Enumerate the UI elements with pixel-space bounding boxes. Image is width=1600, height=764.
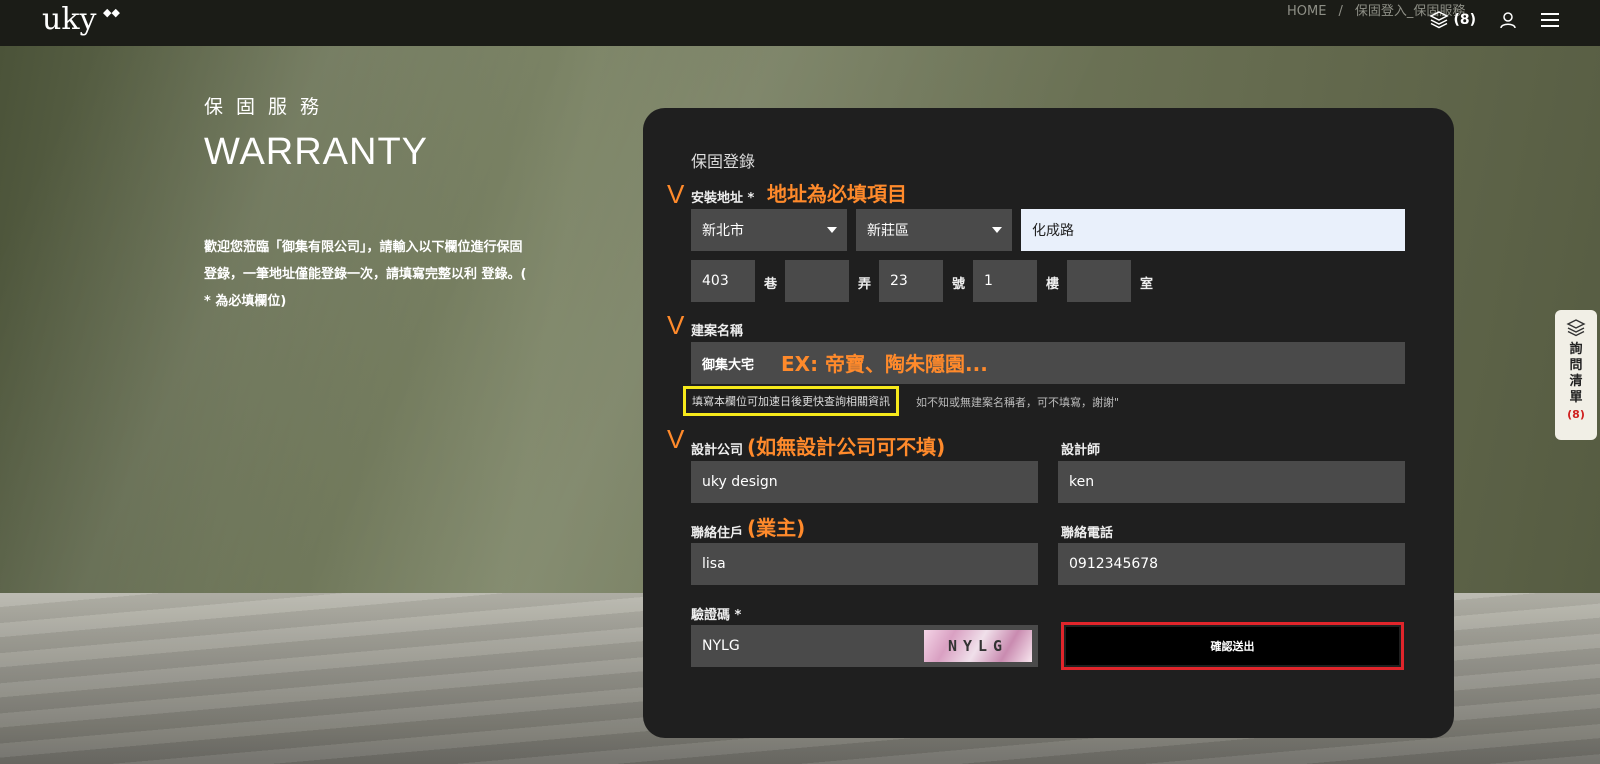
project-hint: 如不知或無建案名稱者，可不填寫，謝謝" [916,396,1120,409]
submit-button[interactable]: 確認送出 [1066,627,1399,665]
logo-diamond-icon: ◆◆ [103,6,120,19]
floor-unit: 樓 [1046,277,1060,292]
address-label: 安裝地址 * [691,191,755,206]
top-navbar: uky ◆◆ HOME / 保固登入_保固服務 (8) [0,0,1600,46]
layers-icon [1429,10,1450,30]
lane-input[interactable]: 403 [691,260,755,302]
number-unit: 號 [952,277,966,292]
page-title-zh: 保固服務 [204,96,333,118]
district-select[interactable]: 新莊區 [856,209,1012,251]
layers-icon [1566,318,1586,338]
resident-label: 聯絡住戶 [691,526,744,541]
alley-input[interactable] [785,260,849,302]
breadcrumb-home[interactable]: HOME [1287,4,1326,19]
intro-text: 歡迎您蒞臨「御集有限公司」，請輸入以下欄位進行保固登錄，一筆地址僅能登錄一次，請… [204,240,527,309]
chevron-down-icon [992,227,1002,233]
inquiry-list-button[interactable]: (8) [1429,10,1476,30]
project-annotation: EX: 帝寶、陶朱隱園... [781,352,988,376]
form-title: 保固登錄 [691,152,756,171]
side-inquiry-label: 詢問清單 [1569,342,1583,405]
captcha-input[interactable]: NYLG NYLG [691,625,1038,667]
breadcrumb-separator: / [1338,4,1343,19]
design-company-annotation: (如無設計公司可不填) [747,435,946,459]
room-unit: 室 [1140,277,1154,292]
alley-unit: 弄 [858,277,872,292]
chevron-down-icon [827,227,837,233]
city-select[interactable]: 新北市 [691,209,847,251]
designer-input[interactable]: ken [1058,461,1405,503]
design-company-label: 設計公司 [691,443,744,458]
phone-label: 聯絡電話 [1061,526,1114,541]
number-input[interactable]: 23 [879,260,943,302]
room-input[interactable] [1067,260,1131,302]
user-icon[interactable] [1498,10,1518,30]
designer-label: 設計師 [1061,443,1101,458]
resident-input[interactable]: lisa [691,543,1038,585]
side-inquiry-list[interactable]: 詢問清單 (8) [1555,310,1597,440]
captcha-value: NYLG [702,638,740,654]
check-mark-annotation: V [667,179,685,209]
side-inquiry-count: (8) [1567,408,1585,421]
check-mark-annotation: V [667,424,685,454]
hamburger-menu-icon[interactable] [1540,10,1560,30]
captcha-label: 驗證碼 * [691,608,742,623]
city-value: 新北市 [702,223,744,239]
phone-input[interactable]: 0912345678 [1058,543,1405,585]
submit-highlight: 確認送出 [1061,622,1404,670]
address-annotation: 地址為必填項目 [767,182,907,206]
inquiry-count: (8) [1453,12,1476,28]
road-input[interactable]: 化成路 [1021,209,1405,251]
project-label: 建案名稱 [691,324,744,339]
district-value: 新莊區 [867,223,909,239]
project-name-value: 御集大宅 [702,357,755,373]
check-mark-annotation: V [667,310,685,340]
header-actions: (8) [1429,10,1560,30]
floor-input[interactable]: 1 [973,260,1037,302]
site-logo[interactable]: uky [42,2,96,37]
lane-unit: 巷 [764,277,778,292]
design-company-input[interactable]: uky design [691,461,1038,503]
resident-annotation: (業主) [747,516,806,540]
captcha-image[interactable]: NYLG [924,630,1032,662]
warranty-form-panel: 保固登錄 V 安裝地址 * 地址為必填項目 新北市 新莊區 化成路 403 巷 … [643,108,1454,738]
page-title-en: WARRANTY [204,131,429,173]
highlighted-note: 填寫本欄位可加速日後更快查詢相關資訊 [683,386,899,416]
